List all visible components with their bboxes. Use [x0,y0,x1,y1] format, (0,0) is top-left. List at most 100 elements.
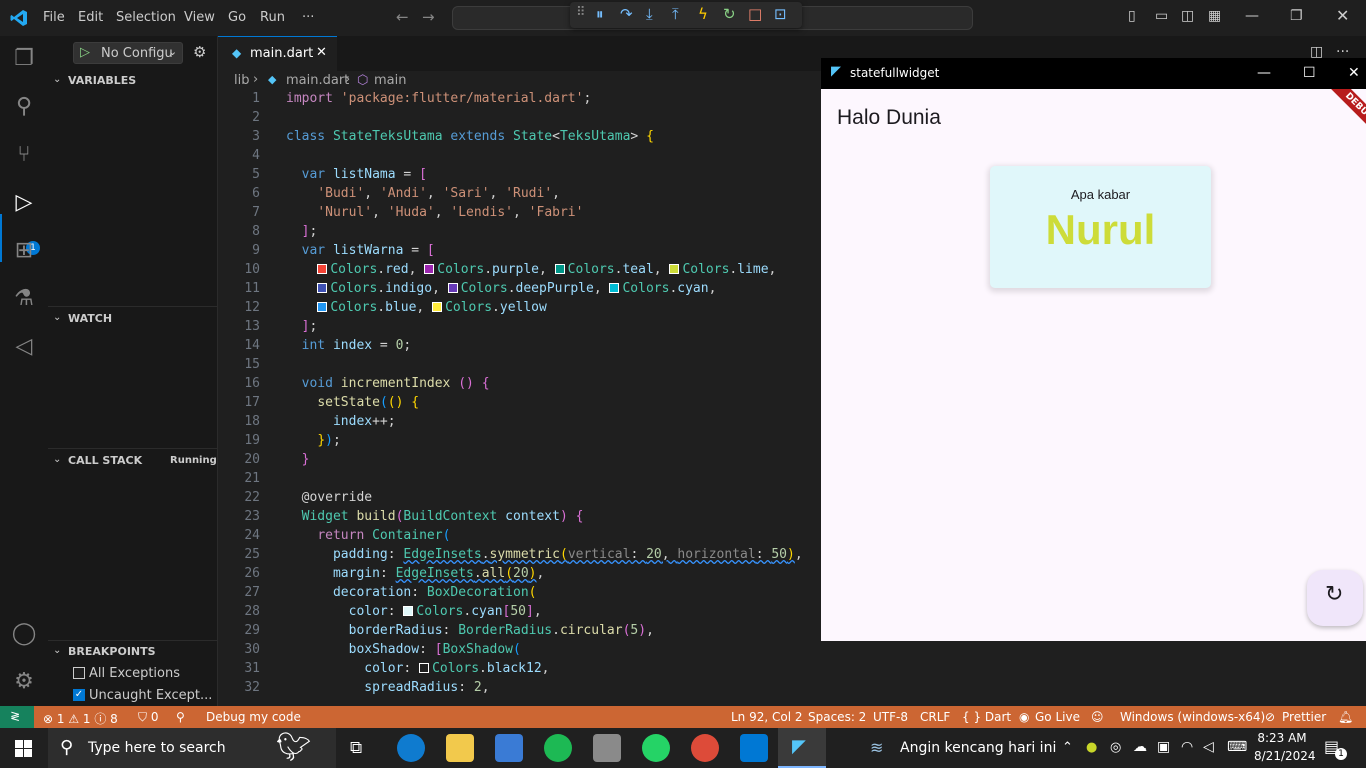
account-icon[interactable]: ◯ [10,621,38,649]
source-control-icon[interactable]: ⑂ [10,142,38,170]
testing-icon[interactable]: ⚗ [10,286,38,314]
breadcrumb-symbol[interactable]: main [374,73,406,88]
notifications-bell-icon[interactable]: 🔔︎ [1338,710,1353,724]
line-number: 12 [244,300,260,315]
task-view-icon[interactable]: ⧉ [350,738,362,758]
tray-monitor-icon[interactable]: ▣ [1157,739,1170,755]
debug-settings-gear-icon[interactable]: ⚙ [193,43,206,61]
line-number: 7 [252,205,260,220]
tray-app-icon[interactable]: ● [1086,740,1097,755]
remote-indicator[interactable]: ≷ [0,706,34,728]
breadcrumb-file[interactable]: main.dart [286,73,349,88]
layout-sidebar-icon[interactable]: ▯ [1128,8,1136,24]
menu-selection[interactable]: Selection [116,10,176,25]
problems-indicator[interactable]: ⊗ 1 ⚠ 1 ⓘ 8 [43,710,118,727]
manage-gear-icon[interactable]: ⚙ [10,669,38,697]
chrome-icon[interactable] [691,734,719,762]
layout-secondary-icon[interactable]: ◫ [1181,8,1194,24]
step-over-icon[interactable]: ↷ [620,5,633,23]
chevron-down-icon[interactable]: ⌄ [53,312,61,323]
whatsapp-icon[interactable] [642,734,670,762]
windows-start-icon[interactable] [15,740,32,757]
step-into-icon[interactable]: ⤓ [646,5,653,23]
customize-layout-icon[interactable]: ▦ [1208,8,1221,24]
flutter-icon[interactable]: ◁ [10,334,38,362]
layout-panel-icon[interactable]: ▭ [1155,8,1168,24]
language-mode[interactable]: { } Dart [962,710,1011,724]
step-out-icon[interactable]: ⤒ [672,5,679,23]
end-of-line[interactable]: CRLF [920,710,950,724]
weather-text[interactable]: Angin kencang hari ini [900,740,1056,756]
ports-indicator[interactable]: ⛉ 0 [138,710,158,725]
search-icon[interactable]: ⚲ [10,94,38,122]
inspect-widget-icon[interactable]: ⊡ [774,5,787,23]
keyboard-icon[interactable]: ⌨ [1227,739,1247,755]
code-line: 'Nurul', 'Huda', 'Lendis', 'Fabri' [317,205,584,220]
extensions-icon[interactable]: ⊞ [10,238,38,266]
close-tab-icon[interactable]: ✕ [316,45,327,60]
maximize-icon[interactable]: ☐ [1303,65,1316,81]
chevron-down-icon[interactable]: ⌄ [53,454,61,465]
menu-edit[interactable]: Edit [78,10,103,25]
explorer-icon[interactable]: ❐ [10,46,38,74]
code-editor[interactable]: 1 2 3 4 5 6 7 8 9 10 11 12 13 14 15 16 17 18 19 20 21 22 23 24 2… [218,91,821,706]
menu-run[interactable]: Run [260,10,285,25]
tab-main-dart[interactable]: ◆ main.dart ✕ [218,36,337,71]
menu-more[interactable]: ··· [302,10,314,25]
clock-date[interactable]: 8/21/2024 [1254,749,1316,763]
feedback-icon[interactable]: ☺ [1091,710,1104,724]
cursor-position[interactable]: Ln 92, Col 2 [731,710,803,724]
store-icon[interactable] [495,734,523,762]
back-arrow-icon[interactable]: ← [396,8,409,26]
pause-icon[interactable]: ⏸ [596,5,604,23]
run-debug-icon[interactable]: ▷ [10,190,38,218]
file-explorer-icon[interactable] [446,734,474,762]
breakpoints-section-title[interactable]: BREAKPOINTS [68,645,156,658]
vscode-taskbar-icon[interactable] [740,734,768,762]
clock-time[interactable]: 8:23 AM [1256,731,1308,745]
menu-view[interactable]: View [184,10,215,25]
debug-launch-label[interactable]: Debug my code [206,710,301,724]
breadcrumb-lib[interactable]: lib [234,73,249,88]
line-number: 17 [244,395,260,410]
drag-handle-icon[interactable]: ⠿ [576,5,586,20]
taskbar-search[interactable]: ⚲ Type here to search 🐦︎ [48,728,336,768]
chevron-up-icon[interactable]: ⌃ [1062,740,1073,755]
menu-file[interactable]: File [43,10,65,25]
all-exceptions-checkbox[interactable] [73,667,85,679]
refresh-fab[interactable]: ↻ [1307,570,1363,626]
wifi-icon[interactable]: ◠ [1181,739,1193,755]
run-config-dropdown[interactable]: ▷ No Configu ⌄ [73,42,183,64]
divider [48,448,218,449]
spotify-icon[interactable] [544,734,572,762]
uncaught-exceptions-checkbox[interactable]: ✓ [73,689,85,701]
go-live-button[interactable]: Go Live [1035,710,1080,724]
minimize-icon[interactable]: — [1257,65,1271,81]
call-stack-section-title[interactable]: CALL STACK [68,454,142,467]
line-number: 15 [244,357,260,372]
device-selector[interactable]: Windows (windows-x64) [1120,710,1265,724]
edge-icon[interactable] [397,734,425,762]
prettier-status[interactable]: Prettier [1282,710,1326,724]
chevron-down-icon[interactable]: ⌄ [53,74,61,85]
photos-icon[interactable] [593,734,621,762]
forward-arrow-icon[interactable]: → [422,8,435,26]
watch-section-title[interactable]: WATCH [68,312,112,325]
indentation[interactable]: Spaces: 2 [808,710,866,724]
menu-go[interactable]: Go [228,10,246,25]
volume-icon[interactable]: ◁ [1203,739,1214,755]
minimize-icon[interactable]: — [1245,8,1259,24]
restart-icon[interactable]: ↻ [723,5,736,23]
variables-section-title[interactable]: VARIABLES [68,74,136,87]
start-debug-icon[interactable]: ▷ [80,45,90,60]
encoding[interactable]: UTF-8 [873,710,908,724]
flutter-app-taskbar-item[interactable]: ◤ [778,728,826,768]
hot-reload-icon[interactable]: ϟ [698,5,708,23]
close-icon[interactable]: ✕ [1348,65,1360,81]
stop-icon[interactable]: □ [748,5,762,23]
tray-camera-icon[interactable]: ◎ [1110,740,1121,755]
close-icon[interactable]: ✕ [1336,6,1349,25]
restore-icon[interactable]: ❐ [1290,8,1303,24]
chevron-down-icon[interactable]: ⌄ [53,645,61,656]
onedrive-cloud-icon[interactable]: ☁ [1133,739,1147,755]
